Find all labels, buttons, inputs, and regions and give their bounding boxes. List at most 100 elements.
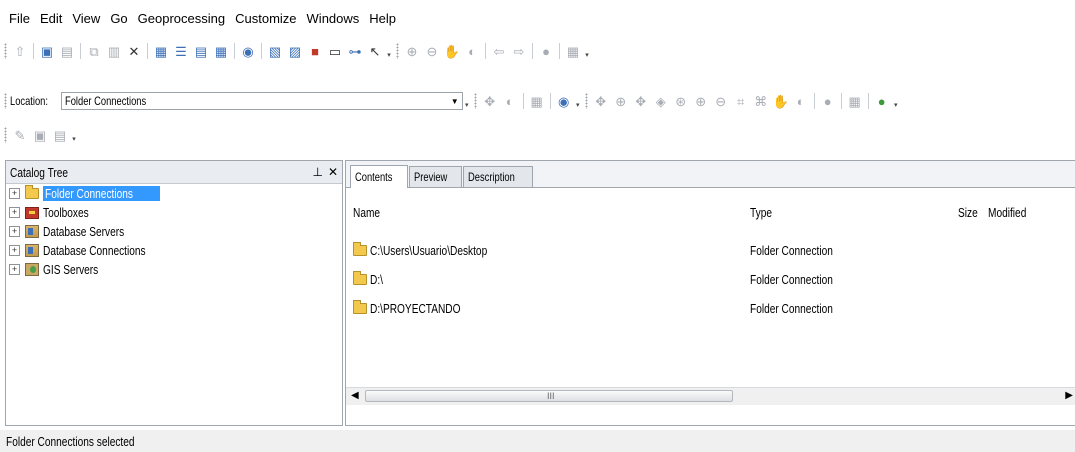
column-header-type[interactable]: Type [750,205,778,220]
catalog-window-icon[interactable]: ▧ [266,42,284,60]
thumbnails-view-icon[interactable]: ▦ [212,42,230,60]
python-window-icon[interactable]: ▭ [326,42,344,60]
pan-3d-icon[interactable]: ✥ [632,92,650,110]
column-header-size[interactable]: Size [958,205,983,220]
toolbar-grip[interactable] [473,93,477,109]
forward-icon[interactable]: ⇨ [510,42,528,60]
location-combobox[interactable]: Folder Connections ▼ [60,92,463,110]
menu-file[interactable]: File [4,11,35,26]
details-view-icon[interactable]: ▤ [192,42,210,60]
menu-go[interactable]: Go [105,11,132,26]
tree-item-gis-servers[interactable]: + GIS Servers [6,260,342,279]
zoom-out-icon[interactable]: ⊖ [423,42,441,60]
pan-icon[interactable]: ✋ [443,42,461,60]
identify-icon[interactable]: ● [819,92,837,110]
whats-this-icon[interactable]: ↖ [366,42,384,60]
edit-metadata-icon[interactable]: ✎ [11,126,29,144]
paste-icon[interactable]: ▥ [105,42,123,60]
expand-icon[interactable]: + [9,207,20,218]
list-item[interactable]: D:\PROYECTANDO Folder Connection [346,298,1075,318]
pan-hand-icon[interactable]: ✋ [772,92,790,110]
tab-contents[interactable]: Contents [350,165,409,188]
menu-help[interactable]: Help [364,11,401,26]
back-icon[interactable]: ⇦ [490,42,508,60]
create-thumbnail-icon[interactable]: ▦ [528,92,546,110]
export-metadata-icon[interactable]: ▤ [51,126,69,144]
menu-edit[interactable]: Edit [35,11,67,26]
globe-search-icon[interactable]: ◉ [555,92,573,110]
scroll-left-icon[interactable]: ◀ [351,390,359,401]
full-extent-icon[interactable]: ◐ [501,92,519,110]
toolbar-options-icon[interactable]: ▾ [584,43,590,59]
tree-item-database-connections[interactable]: + Database Connections [6,241,342,260]
toolbar-options-icon[interactable]: ▾ [386,43,392,59]
list-item[interactable]: D:\ Folder Connection [346,269,1075,289]
up-one-level-icon[interactable]: ⇧ [11,42,29,60]
arctoolbox-icon[interactable]: ■ [306,42,324,60]
target-icon[interactable]: ⊛ [672,92,690,110]
pin-icon[interactable]: ⊥ [312,165,322,179]
tab-description[interactable]: Description [462,166,533,187]
connect-folder-icon[interactable]: ▣ [38,42,56,60]
menu-windows[interactable]: Windows [302,11,365,26]
toolbar-grip[interactable] [4,127,7,143]
zoom-in-icon[interactable]: ⊕ [403,42,421,60]
scrollbar-thumb[interactable]: III [365,390,733,402]
scroll-right-icon[interactable]: ▶ [1065,390,1073,401]
zoom-in-icon[interactable]: ⊕ [612,92,630,110]
menu-view[interactable]: View [67,11,105,26]
column-header-modified[interactable]: Modified [988,205,1037,220]
narrow-fov-icon[interactable]: ⌗ [732,92,750,110]
identify-icon[interactable]: ● [537,42,555,60]
item-name: C:\Users\Usuario\Desktop [370,242,488,258]
large-icons-view-icon[interactable]: ▦ [152,42,170,60]
fly-icon[interactable]: ◈ [652,92,670,110]
tree-item-label: Database Servers [43,224,125,239]
toolbar-options-icon[interactable]: ▾ [464,93,470,109]
copy-icon[interactable]: ⧉ [85,42,103,60]
location-label: Location: [10,94,48,108]
create-thumbnail-icon[interactable]: ▦ [564,42,582,60]
navigate-icon[interactable]: ✥ [592,92,610,110]
horizontal-scrollbar[interactable]: ◀ III ▶ [346,387,1075,405]
close-icon[interactable]: ✕ [328,165,338,179]
toolbar-options-icon[interactable]: ▾ [71,127,77,143]
column-header-name[interactable]: Name [353,205,388,220]
launch-arcmap-icon[interactable]: ◉ [239,42,257,60]
toolbar-separator [261,43,262,59]
expand-fov-icon[interactable]: ⌘ [752,92,770,110]
full-extent-icon[interactable]: ◐ [463,42,481,60]
toolbar-grip[interactable] [4,43,7,59]
tab-preview[interactable]: Preview [409,166,462,187]
list-view-icon[interactable]: ☰ [172,42,190,60]
expand-icon[interactable]: + [9,264,20,275]
toolbar-separator [522,93,524,109]
toolbar-grip[interactable] [396,43,399,59]
full-extent-icon[interactable]: ◐ [792,92,810,110]
toolbar-options-icon[interactable]: ▾ [575,93,581,109]
tree-item-database-servers[interactable]: + Database Servers [6,222,342,241]
menu-customize[interactable]: Customize [230,11,301,26]
chevron-down-icon[interactable]: ▼ [448,97,462,106]
toolbar-grip[interactable] [4,93,7,109]
import-metadata-icon[interactable]: ▣ [31,126,49,144]
menu-geoprocessing[interactable]: Geoprocessing [133,11,230,26]
create-thumbnail-icon[interactable]: ▦ [846,92,864,110]
search-window-icon[interactable]: ▨ [286,42,304,60]
disconnect-folder-icon[interactable]: ▤ [58,42,76,60]
tree-item-folder-connections[interactable]: + Folder Connections [6,184,342,203]
zoom-to-target-icon[interactable]: ⊕ [692,92,710,110]
expand-icon[interactable]: + [9,245,20,256]
tree-item-toolboxes[interactable]: + Toolboxes [6,203,342,222]
expand-icon[interactable]: + [9,226,20,237]
zoom-out-icon[interactable]: ⊖ [712,92,730,110]
toolbar-options-icon[interactable]: ▾ [893,93,899,109]
metadata-toolbar: ✎ ▣ ▤ ▾ [0,124,77,146]
toolbar-grip[interactable] [584,93,588,109]
delete-icon[interactable]: ✕ [125,42,143,60]
list-item[interactable]: C:\Users\Usuario\Desktop Folder Connecti… [346,240,1075,260]
globe-icon[interactable]: ● [873,92,891,110]
expand-icon[interactable]: + [9,188,20,199]
pan-icon[interactable]: ✥ [481,92,499,110]
modelbuilder-icon[interactable]: ⊶ [346,42,364,60]
